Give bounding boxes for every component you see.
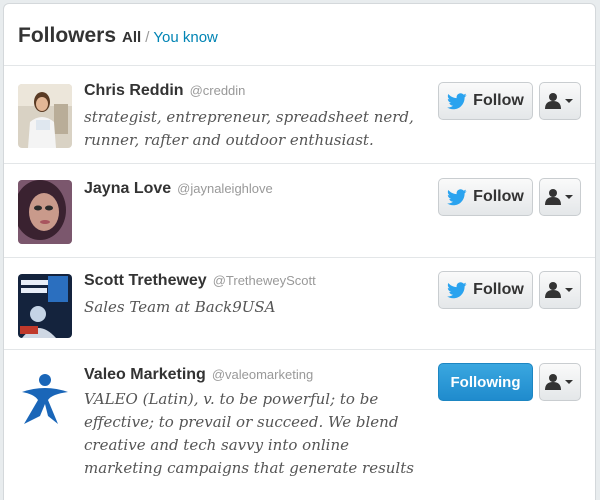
caret-down-icon — [565, 99, 573, 103]
user-actions-button[interactable] — [539, 82, 581, 120]
follower-row: Scott Trethewey @TretheweyScott Sales Tea… — [4, 258, 595, 350]
user-name-line: Valeo Marketing @valeomarketing — [84, 366, 313, 384]
user-name-line: Scott Trethewey @TretheweyScott — [84, 272, 316, 290]
user-handle[interactable]: @TretheweyScott — [213, 273, 316, 288]
following-button[interactable]: Following — [438, 363, 533, 401]
following-button-label: Following — [450, 373, 521, 391]
follow-button[interactable]: Follow — [438, 82, 533, 120]
follow-button-label: Follow — [473, 92, 524, 109]
caret-down-icon — [565, 380, 573, 384]
user-name[interactable]: Chris Reddin — [84, 82, 184, 99]
user-bio: VALEO (Latin), v. to be powerful; to be … — [84, 390, 414, 477]
user-bio: Sales Team at Back9USA — [84, 298, 276, 316]
bird-icon — [447, 92, 467, 110]
user-bio: strategist, entrepreneur, spreadsheet ne… — [84, 108, 414, 149]
user-actions-button[interactable] — [539, 271, 581, 309]
user-icon — [545, 374, 573, 390]
avatar[interactable] — [18, 180, 72, 244]
filter-separator: / — [145, 29, 150, 46]
user-name[interactable]: Scott Trethewey — [84, 272, 207, 289]
filter-you-know-link[interactable]: You know — [153, 29, 218, 46]
followers-panel: Followers All / You know Chris Reddin @cr… — [3, 3, 596, 500]
filter-all-tab[interactable]: All — [122, 29, 141, 46]
user-actions-button[interactable] — [539, 178, 581, 216]
user-actions-button[interactable] — [539, 363, 581, 401]
user-icon — [545, 189, 573, 205]
caret-down-icon — [565, 195, 573, 199]
follow-button-label: Follow — [473, 281, 524, 298]
follower-row: Chris Reddin @creddin strategist, entrepr… — [4, 66, 595, 164]
avatar[interactable] — [18, 368, 72, 432]
user-icon — [545, 93, 573, 109]
avatar[interactable] — [18, 84, 72, 148]
user-handle[interactable]: @creddin — [190, 83, 246, 98]
follower-row: Jayna Love @jaynaleighlove Follow — [4, 164, 595, 258]
avatar[interactable] — [18, 274, 72, 338]
user-icon — [545, 282, 573, 298]
follow-button-label: Follow — [473, 188, 524, 205]
user-name-line: Jayna Love @jaynaleighlove — [84, 180, 273, 198]
page-title: Followers — [18, 24, 117, 47]
user-handle[interactable]: @jaynaleighlove — [177, 181, 273, 196]
follow-button[interactable]: Follow — [438, 178, 533, 216]
user-handle[interactable]: @valeomarketing — [212, 367, 313, 382]
panel-header: Followers All / You know — [4, 4, 595, 66]
caret-down-icon — [565, 288, 573, 292]
user-name-line: Chris Reddin @creddin — [84, 82, 245, 100]
user-name[interactable]: Valeo Marketing — [84, 366, 206, 383]
user-name[interactable]: Jayna Love — [84, 180, 171, 197]
bird-icon — [447, 281, 467, 299]
follower-row: Valeo Marketing @valeomarketing VALEO (La… — [4, 350, 595, 500]
follow-button[interactable]: Follow — [438, 271, 533, 309]
bird-icon — [447, 188, 467, 206]
